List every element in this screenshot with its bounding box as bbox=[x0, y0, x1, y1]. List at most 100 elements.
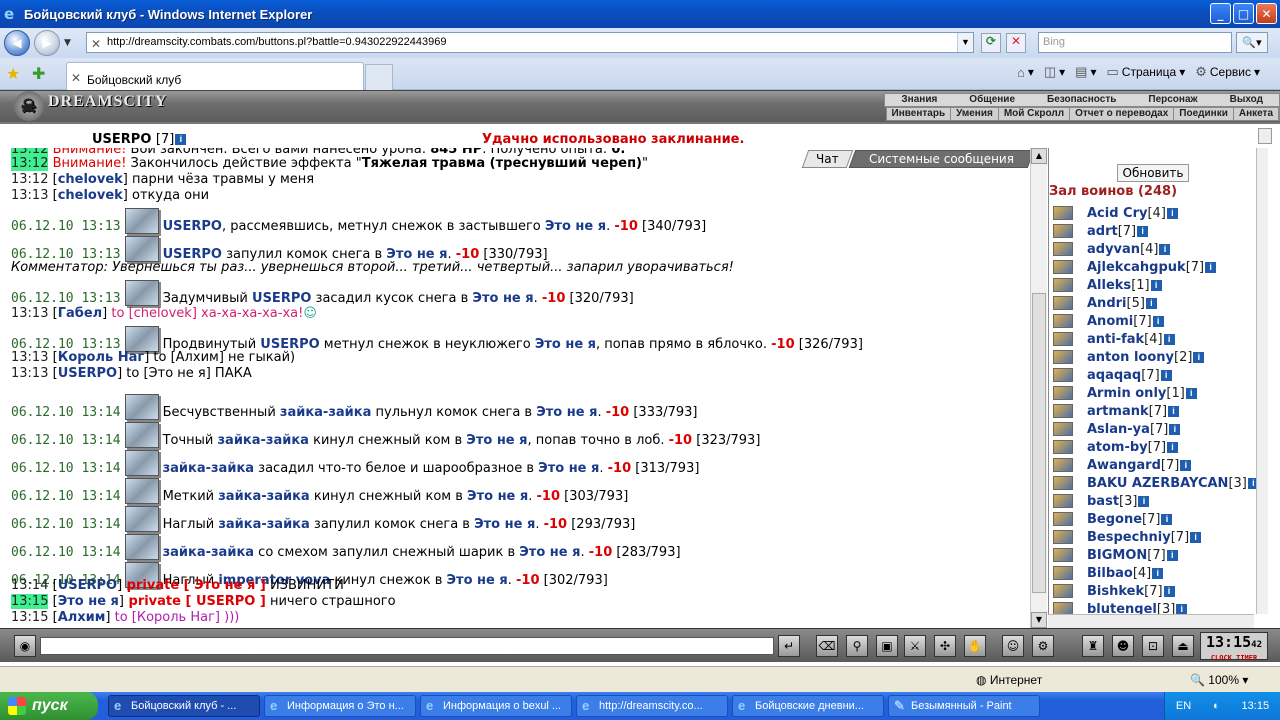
scroll-down-icon[interactable]: ▼ bbox=[1031, 612, 1047, 628]
refresh-button[interactable]: ⟳ bbox=[981, 33, 1001, 53]
info-icon[interactable]: i bbox=[1167, 441, 1179, 453]
menu-skills[interactable]: Умения bbox=[951, 108, 999, 120]
user-name[interactable]: Anomi bbox=[1087, 314, 1133, 329]
info-icon[interactable]: i bbox=[1161, 513, 1173, 525]
menu-character[interactable]: Персонаж bbox=[1132, 94, 1213, 106]
users-hscrollbar[interactable] bbox=[1048, 614, 1254, 628]
user-row[interactable]: Bishkek [7] i bbox=[1049, 582, 1256, 600]
user-row[interactable]: Armin only [1] i bbox=[1049, 384, 1256, 402]
collapse-button[interactable] bbox=[1258, 128, 1272, 144]
info-icon[interactable]: i bbox=[1166, 207, 1178, 219]
user-row[interactable]: Aslan-ya [7] i bbox=[1049, 420, 1256, 438]
menu-security[interactable]: Безопасность bbox=[1031, 94, 1132, 106]
user-name[interactable]: adyvan bbox=[1087, 242, 1140, 257]
user-name[interactable]: Armin only bbox=[1087, 386, 1166, 401]
user-row[interactable]: anton loony [2] i bbox=[1049, 348, 1256, 366]
add-favorite-icon[interactable]: ✚ bbox=[32, 64, 45, 83]
lock-icon[interactable]: ⊡ bbox=[1142, 635, 1164, 657]
user-name[interactable]: Bishkek bbox=[1087, 584, 1144, 599]
user-row[interactable]: adyvan [4] i bbox=[1049, 240, 1256, 258]
stop-button[interactable]: ✕ bbox=[1006, 33, 1026, 53]
filter-icon[interactable]: ⚲ bbox=[846, 635, 868, 657]
info-icon[interactable]: i bbox=[1168, 405, 1180, 417]
user-name[interactable]: Bilbao bbox=[1087, 566, 1133, 581]
favorites-star-icon[interactable]: ★ bbox=[6, 64, 20, 83]
scroll-up-icon[interactable]: ▲ bbox=[1031, 148, 1047, 164]
chat-input[interactable] bbox=[40, 637, 774, 655]
history-dropdown-icon[interactable]: ▼ bbox=[64, 38, 71, 48]
user-name[interactable]: Andri bbox=[1087, 296, 1127, 311]
info-icon[interactable]: i bbox=[1138, 495, 1150, 507]
info-icon[interactable]: i bbox=[1185, 387, 1197, 399]
menu-exit[interactable]: Выход bbox=[1214, 94, 1279, 106]
info-icon[interactable]: i bbox=[1159, 243, 1171, 255]
tab-active[interactable]: ✕ Бойцовский клуб bbox=[66, 62, 364, 90]
taskbar-item[interactable]: e Информация о Это н... bbox=[264, 695, 416, 717]
info-icon[interactable]: i bbox=[1205, 261, 1217, 273]
user-name[interactable]: Alleks bbox=[1087, 278, 1131, 293]
start-button[interactable]: пуск bbox=[0, 692, 98, 720]
info-icon[interactable]: i bbox=[1163, 333, 1175, 345]
tray-icon[interactable]: ◐ bbox=[1213, 700, 1220, 712]
user-row[interactable]: anti-fak [4] i bbox=[1049, 330, 1256, 348]
user-name[interactable]: adrt bbox=[1087, 224, 1118, 239]
info-icon[interactable]: i bbox=[1190, 531, 1202, 543]
tab-system-messages[interactable]: Системные сообщения bbox=[848, 150, 1034, 168]
mask-icon[interactable]: ☻ bbox=[1112, 635, 1134, 657]
smiley-icon[interactable]: ☺ bbox=[1002, 635, 1024, 657]
user-row[interactable]: artmank [7] i bbox=[1049, 402, 1256, 420]
scroll-thumb[interactable] bbox=[1032, 293, 1046, 593]
user-row[interactable]: Andri [5] i bbox=[1049, 294, 1256, 312]
taskbar-item[interactable]: e Бойцовские дневни... bbox=[732, 695, 884, 717]
taskbar-item[interactable]: e http://dreamscity.co... bbox=[576, 695, 728, 717]
user-row[interactable]: BAKU AZERBAYCAN [3] i bbox=[1049, 474, 1256, 492]
user-row[interactable]: Bilbao [4] i bbox=[1049, 564, 1256, 582]
info-icon[interactable]: i bbox=[1152, 567, 1164, 579]
search-input[interactable]: Bing bbox=[1038, 32, 1232, 53]
exit-icon[interactable]: ⏏ bbox=[1172, 635, 1194, 657]
user-row[interactable]: Begone [7] i bbox=[1049, 510, 1256, 528]
save-log-icon[interactable]: ▣ bbox=[876, 635, 898, 657]
info-icon[interactable]: i bbox=[1169, 423, 1181, 435]
user-name[interactable]: Acid Cry bbox=[1087, 206, 1147, 221]
taskbar-item[interactable]: ✎ Безымянный - Paint bbox=[888, 695, 1040, 717]
info-icon[interactable]: i bbox=[1166, 549, 1178, 561]
info-icon[interactable]: i bbox=[1193, 351, 1205, 363]
bag-icon[interactable]: ♜ bbox=[1082, 635, 1104, 657]
tools-menu[interactable]: ⚙ Сервис ▾ bbox=[1195, 64, 1260, 80]
user-row[interactable]: Alleks [1] i bbox=[1049, 276, 1256, 294]
tactic-icon[interactable]: ✣ bbox=[934, 635, 956, 657]
user-row[interactable]: Awangard [7] i bbox=[1049, 456, 1256, 474]
user-name[interactable]: artmank bbox=[1087, 404, 1149, 419]
refresh-list-button[interactable]: Обновить bbox=[1117, 164, 1189, 182]
fight-icon[interactable]: ⚔ bbox=[904, 635, 926, 657]
user-row[interactable]: atom-by [7] i bbox=[1049, 438, 1256, 456]
settings-icon[interactable]: ⚙ bbox=[1032, 635, 1054, 657]
user-row[interactable]: adrt [7] i bbox=[1049, 222, 1256, 240]
feeds-button[interactable]: ◫ ▾ bbox=[1044, 64, 1065, 80]
info-icon[interactable]: i bbox=[1176, 603, 1188, 614]
user-name[interactable]: Ajlekcahgpuk bbox=[1087, 260, 1186, 275]
url-input[interactable]: ✕ http://dreamscity.combats.com/buttons.… bbox=[86, 32, 974, 53]
maximize-button[interactable]: □ bbox=[1233, 3, 1254, 24]
eraser-icon[interactable]: ⌫ bbox=[816, 635, 838, 657]
menu-communication[interactable]: Общение bbox=[953, 94, 1031, 106]
menu-transfers[interactable]: Отчет о переводах bbox=[1070, 108, 1175, 120]
info-icon[interactable]: i bbox=[1163, 585, 1175, 597]
info-icon[interactable]: i bbox=[1180, 459, 1192, 471]
player-name[interactable]: USERPO bbox=[92, 132, 151, 147]
back-button[interactable]: ◀ bbox=[4, 30, 30, 56]
user-name[interactable]: aqaqaq bbox=[1087, 368, 1141, 383]
minimize-button[interactable]: _ bbox=[1210, 3, 1231, 24]
chat-options-icon[interactable]: ◉ bbox=[14, 635, 36, 657]
user-row[interactable]: BIGMON [7] i bbox=[1049, 546, 1256, 564]
user-name[interactable]: Aslan-ya bbox=[1087, 422, 1150, 437]
new-tab-button[interactable] bbox=[365, 64, 393, 90]
tab-chat[interactable]: Чат bbox=[801, 150, 853, 168]
info-icon[interactable]: i bbox=[175, 134, 187, 145]
print-button[interactable]: ▤ ▾ bbox=[1075, 64, 1096, 80]
menu-profile[interactable]: Анкета bbox=[1234, 108, 1279, 120]
user-name[interactable]: Bespechniy bbox=[1087, 530, 1171, 545]
page-menu[interactable]: ▭ Страница ▾ bbox=[1107, 64, 1186, 80]
taskbar-item[interactable]: e Бойцовский клуб - ... bbox=[108, 695, 260, 717]
